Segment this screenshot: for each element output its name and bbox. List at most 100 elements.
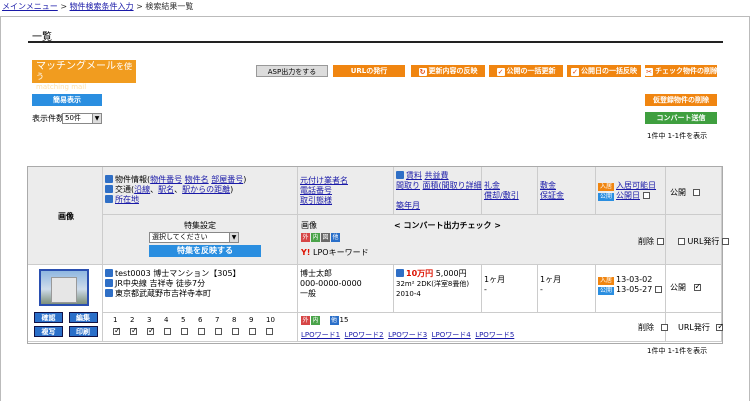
property-id: test0003 [115, 269, 151, 278]
sort-line[interactable]: 沿線 [134, 185, 150, 194]
sort-address[interactable]: 所在地 [115, 195, 139, 204]
copy-button[interactable]: 複写 [34, 326, 63, 337]
yen-icon [396, 171, 404, 179]
bulk-publish-update-button[interactable]: ✓ 公開の一括更新 [489, 65, 563, 77]
sort-amort[interactable]: 償却/敷引 [484, 191, 535, 201]
bulk-publish-date-button[interactable]: ✓ 公開日の一括反映 [567, 65, 641, 77]
asp-output-button[interactable]: ASP出力をする [256, 65, 328, 77]
interior-icon: 内 [311, 316, 320, 325]
feature-numbers: 1 2 3 4 5 6 7 8 9 10 [113, 316, 275, 324]
sort-built[interactable]: 築年月 [396, 201, 479, 211]
print-button[interactable]: 印刷 [68, 326, 98, 337]
pin-icon [105, 195, 113, 203]
result-count-bottom: 1件中 1-1件を表示 [647, 347, 708, 355]
feature-checkbox-1[interactable] [113, 326, 121, 336]
feature-checkbox-2[interactable] [130, 326, 138, 336]
row-deposit: 1ヶ月 - [538, 265, 596, 313]
lpo-link-3[interactable]: LPOワード3 [388, 331, 427, 339]
sort-phone[interactable]: 電話番号 [300, 186, 391, 196]
lpo-link-4[interactable]: LPOワード4 [432, 331, 471, 339]
feature-select[interactable]: 選択してください ▼ [149, 232, 239, 243]
confirm-button[interactable]: 確認 [34, 312, 63, 323]
feature-checkbox-6[interactable] [198, 328, 205, 335]
image-count: 15 [339, 316, 349, 324]
per-page-select[interactable]: 50件 ▼ [62, 113, 102, 124]
chevron-down-icon: ▼ [229, 233, 238, 242]
url-issue-label: URL発行 [687, 237, 720, 246]
feature-apply-button[interactable]: 特集を反映する [149, 245, 261, 257]
sort-security[interactable]: 保証金 [540, 191, 593, 201]
reflect-updates-button[interactable]: ↻ 更新内容の反映 [411, 65, 485, 77]
feature-checkbox-3[interactable] [147, 326, 155, 336]
check-delete-button[interactable]: ✂ チェック物件の削除 [645, 65, 718, 77]
sort-area[interactable]: 面積(間取り詳細) [423, 181, 485, 190]
convert-send-button[interactable]: コンバート送信 [645, 112, 717, 124]
sort-agent-name[interactable]: 元付け業者名 [300, 176, 391, 186]
row-feature: 1 2 3 4 5 6 7 8 9 10 [103, 313, 298, 342]
scissors-icon: ✂ [645, 68, 653, 76]
per-page-label: 表示件数 [32, 114, 64, 123]
url-issue-checkbox[interactable] [716, 322, 724, 332]
sort-property-name[interactable]: 物件名 [185, 175, 209, 184]
other-icon: 他 [329, 316, 339, 325]
sort-walk[interactable]: 駅からの距離 [182, 185, 230, 194]
breadcrumb-search-input-link[interactable]: 物件検索条件入力 [70, 2, 134, 11]
exterior-icon: 外 [301, 233, 310, 242]
row-dates: 入居 13-03-02 公開 13-05-27 [596, 265, 666, 313]
sort-station[interactable]: 駅名 [158, 185, 174, 194]
publish-all-checkbox[interactable] [692, 189, 700, 196]
header-publish: 公開 [666, 167, 722, 215]
feature-checkboxes [113, 326, 283, 337]
publish-date-all-checkbox[interactable] [642, 192, 650, 199]
sort-room-number[interactable]: 部屋番号 [211, 175, 243, 184]
header-image-label: 画像 [58, 212, 74, 221]
sort-publish-date[interactable]: 公開日 [616, 191, 640, 200]
lpo-link-1[interactable]: LPOワード1 [301, 331, 340, 339]
image-type-icons: 外内図他 [301, 232, 341, 242]
feature-checkbox-4[interactable] [164, 328, 171, 335]
delete-checkbox[interactable] [660, 324, 668, 331]
chevron-down-icon: ▼ [92, 114, 101, 123]
feature-checkbox-10[interactable] [266, 328, 273, 335]
check-delete-label: チェック物件の削除 [655, 67, 718, 75]
temp-delete-button[interactable]: 仮登録物件の削除 [645, 94, 717, 106]
sort-key-money[interactable]: 礼金 [484, 181, 535, 191]
url-issue-header: URL発行 [678, 237, 729, 247]
publish-date-checkbox[interactable] [654, 286, 662, 293]
url-issue-all-checkbox[interactable] [678, 238, 685, 245]
refresh-icon: ↻ [418, 68, 427, 76]
edit-button[interactable]: 編集 [68, 312, 98, 323]
delete-label: 削除 [638, 237, 654, 246]
movein-tag: 入居 [598, 277, 615, 285]
publish-checkbox[interactable] [693, 282, 701, 291]
sort-rent[interactable]: 賃料 [406, 171, 422, 180]
delete-all-checkbox[interactable] [656, 238, 664, 245]
sort-common-fee[interactable]: 共益費 [425, 171, 449, 180]
url-issue-button[interactable]: URLの発行 [333, 65, 405, 77]
breadcrumb: メインメニュー > 物件検索条件入力 > 検索結果一覧 [2, 1, 193, 12]
breadcrumb-home-link[interactable]: メインメニュー [2, 2, 58, 11]
house-icon [105, 269, 113, 277]
sort-deposit[interactable]: 敷金 [540, 181, 593, 191]
sort-layout[interactable]: 間取り [396, 181, 420, 190]
header-dates: 入居 入居可能日 公開 公開日 [596, 167, 666, 215]
breadcrumb-current: 検索結果一覧 [145, 2, 194, 11]
sort-movein[interactable]: 入居可能日 [616, 181, 656, 190]
lpo-link-2[interactable]: LPOワード2 [345, 331, 384, 339]
header-images-lpo: 画像 外内図他 < コンバート出力チェック > Y! LPOキーワード [298, 215, 666, 265]
feature-checkbox-5[interactable] [181, 328, 188, 335]
feature-checkbox-9[interactable] [249, 328, 256, 335]
house-icon [105, 175, 113, 183]
sort-trade[interactable]: 取引態様 [300, 196, 391, 206]
feature-checkbox-7[interactable] [215, 328, 222, 335]
row-delete: 削除 [638, 323, 668, 333]
building-icon [51, 277, 77, 303]
sort-property-number[interactable]: 物件番号 [150, 175, 182, 184]
lpo-links: LPOワード1 LPOワード2 LPOワード3 LPOワード4 LPOワード5 [301, 330, 514, 340]
url-issue-all-checkbox-2[interactable] [721, 238, 729, 245]
property-thumbnail[interactable] [39, 269, 89, 306]
matching-mail-button[interactable]: マッチングメールを使う matching mail [32, 60, 136, 91]
feature-checkbox-8[interactable] [232, 328, 239, 335]
simple-view-button[interactable]: 簡易表示 [32, 94, 102, 106]
lpo-link-5[interactable]: LPOワード5 [475, 331, 514, 339]
